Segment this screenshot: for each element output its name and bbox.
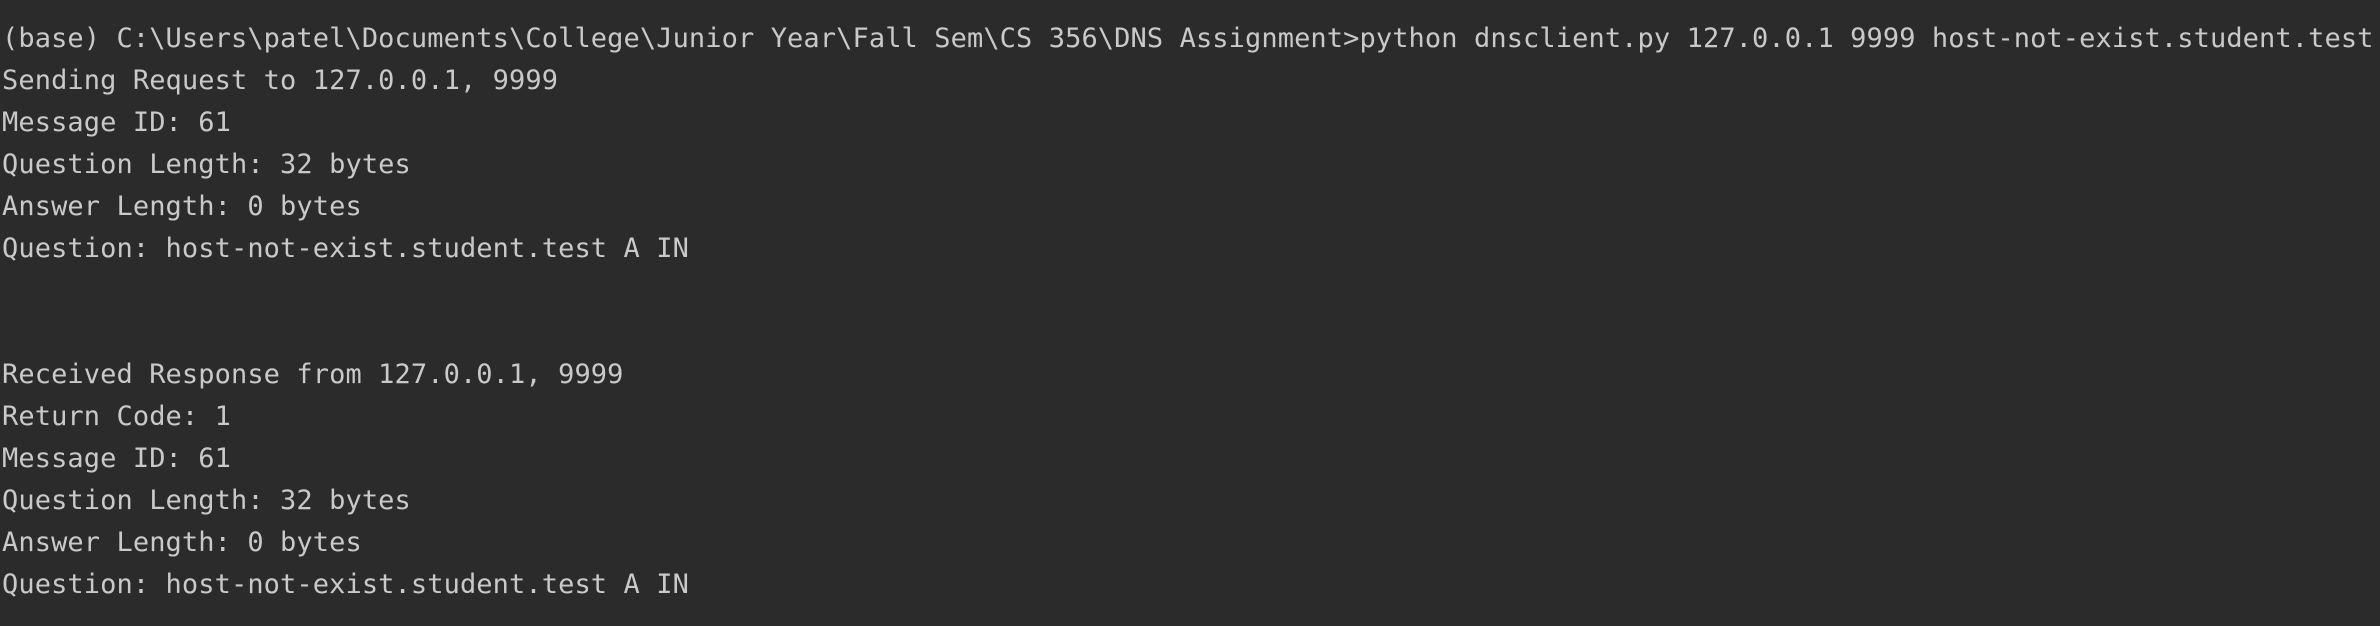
request-answer-length-line: Answer Length: 0 bytes [2, 191, 362, 222]
response-question-length-line: Question Length: 32 bytes [2, 485, 411, 516]
request-message-id-line: Message ID: 61 [2, 107, 231, 138]
response-return-code-line: Return Code: 1 [2, 401, 231, 432]
response-question-line: Question: host-not-exist.student.test A … [2, 569, 689, 600]
command-line: (base) C:\Users\patel\Documents\College\… [2, 23, 2374, 54]
request-question-line: Question: host-not-exist.student.test A … [2, 233, 689, 264]
response-received-line: Received Response from 127.0.0.1, 9999 [2, 359, 624, 390]
terminal-output[interactable]: (base) C:\Users\patel\Documents\College\… [0, 0, 2380, 626]
request-question-length-line: Question Length: 32 bytes [2, 149, 411, 180]
response-answer-length-line: Answer Length: 0 bytes [2, 527, 362, 558]
request-sending-line: Sending Request to 127.0.0.1, 9999 [2, 65, 559, 96]
response-message-id-line: Message ID: 61 [2, 443, 231, 474]
